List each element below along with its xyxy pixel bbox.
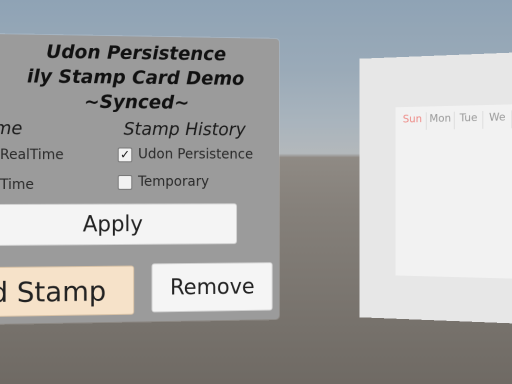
stamp-history-header: Stamp History	[123, 118, 246, 141]
title-line-3: ~Synced~	[84, 90, 190, 114]
time-option[interactable]: Time	[0, 177, 34, 193]
remove-button[interactable]: Remove	[151, 262, 273, 313]
temporary-checkbox[interactable]	[117, 174, 133, 190]
calendar-header: Sun Mon Tue We	[395, 104, 512, 131]
add-stamp-button[interactable]: d Stamp	[0, 265, 135, 318]
calendar-grid: Sun Mon Tue We	[395, 103, 512, 280]
day-header-tue: Tue	[454, 111, 484, 130]
temporary-option[interactable]: Temporary	[117, 174, 209, 190]
day-header-wed: We	[483, 110, 512, 129]
apply-button[interactable]: Apply	[0, 203, 238, 247]
temporary-label: Temporary	[138, 174, 209, 190]
time-section-header: me	[0, 118, 23, 140]
title-line-2: ily Stamp Card Demo	[26, 65, 245, 90]
day-header-sun: Sun	[399, 112, 427, 131]
udon-persistence-label: Udon Persistence	[138, 146, 254, 163]
udon-persistence-checkbox[interactable]: ✓	[117, 146, 133, 162]
realtime-option[interactable]: RealTime	[0, 147, 64, 163]
udon-persistence-option[interactable]: ✓ Udon Persistence	[117, 146, 254, 163]
calendar-panel: Sun Mon Tue We	[359, 52, 512, 324]
day-header-mon: Mon	[426, 111, 455, 130]
time-label: Time	[0, 177, 34, 193]
stamp-card-panel: Udon Persistence ily Stamp Card Demo ~Sy…	[0, 34, 280, 324]
title-line-1: Udon Persistence	[46, 40, 227, 66]
realtime-label: RealTime	[0, 147, 64, 164]
